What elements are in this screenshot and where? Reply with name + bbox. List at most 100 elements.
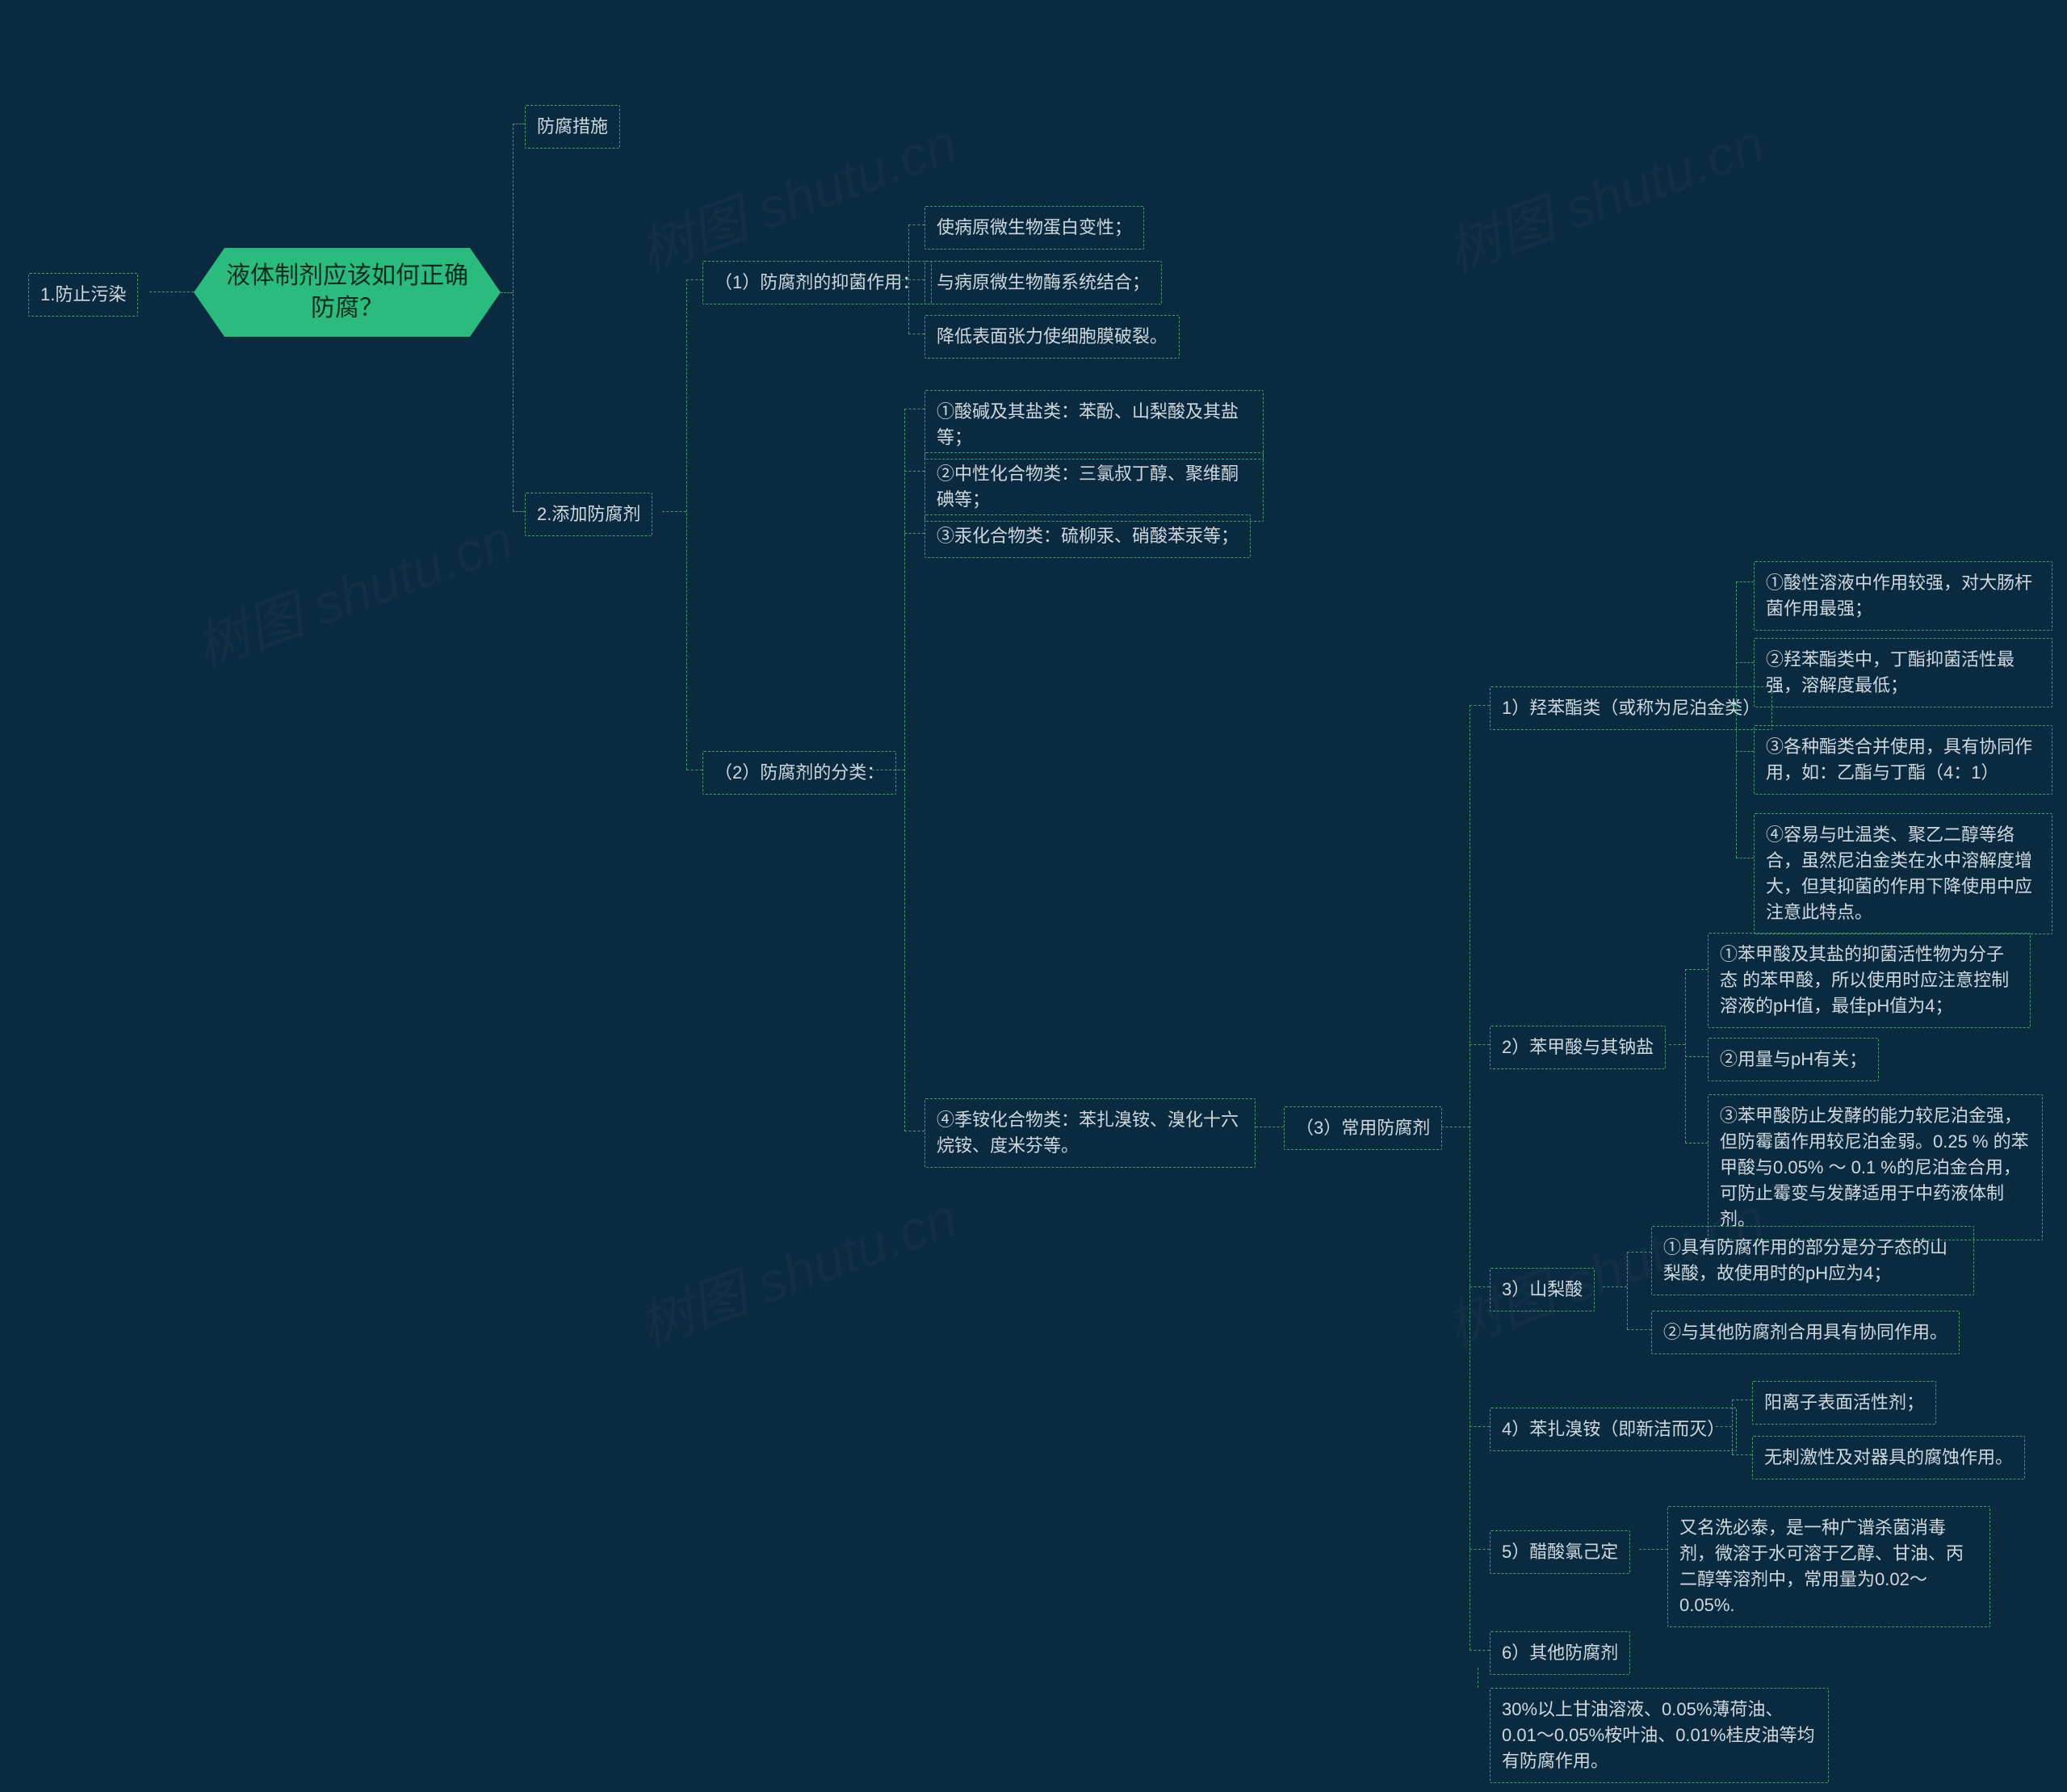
label: ①具有防腐作用的部分是分子态的山梨酸，故使用时的pH应为4； (1663, 1237, 1948, 1283)
connector (1470, 1426, 1490, 1427)
connector (686, 279, 702, 280)
label: ①苯甲酸及其盐的抑菌活性物为分子态 的苯甲酸，所以使用时应注意控制溶液的pH值，… (1720, 944, 2009, 1016)
connector (1716, 1426, 1732, 1427)
node-benzoic-a[interactable]: ①苯甲酸及其盐的抑菌活性物为分子态 的苯甲酸，所以使用时应注意控制溶液的pH值，… (1708, 933, 2031, 1028)
connector (1627, 1252, 1628, 1329)
label: 5）醋酸氯己定 (1502, 1542, 1618, 1562)
node-chlorhexidine[interactable]: 5）醋酸氯己定 (1490, 1530, 1630, 1574)
node-chlorhexidine-a[interactable]: 又名洗必泰，是一种广谱杀菌消毒剂，微溶于水可溶于乙醇、甘油、丙二醇等溶剂中，常用… (1667, 1506, 1990, 1627)
node-class-acidbase[interactable]: ①酸碱及其盐类：苯酚、山梨酸及其盐等； (924, 390, 1264, 460)
node-class-mercury[interactable]: ③汞化合物类：硫柳汞、硝酸苯汞等； (924, 514, 1251, 558)
label: ②羟苯酯类中，丁酯抑菌活性最强，溶解度最低； (1766, 649, 2015, 695)
connector (1736, 581, 1754, 582)
connector (686, 279, 687, 770)
label: （3）常用防腐剂 (1296, 1118, 1430, 1138)
label: （2）防腐剂的分类： (715, 762, 884, 783)
connector (1685, 1143, 1708, 1144)
node-paraben-a[interactable]: ①酸性溶液中作用较强，对大肠杆菌作用最强； (1754, 561, 2052, 631)
mindmap-canvas: 树图 shutu.cn 树图 shutu.cn 树图 shutu.cn 树图 s… (0, 0, 2067, 1792)
node-common-preservatives[interactable]: （3）常用防腐剂 (1284, 1106, 1442, 1150)
connector (908, 279, 924, 280)
node-action-membrane[interactable]: 降低表面张力使细胞膜破裂。 (924, 315, 1180, 359)
connector (904, 471, 924, 472)
node-paraben[interactable]: 1）羟苯酯类（或称为尼泊金类） (1490, 686, 1772, 730)
node-add-preservative[interactable]: 2.添加防腐剂 (525, 493, 652, 536)
connector (1470, 1286, 1490, 1287)
node-antiseptic-action[interactable]: （1）防腐剂的抑菌作用： (702, 261, 932, 304)
root-title: 液体制剂应该如何正确防腐？ (226, 260, 468, 325)
node-paraben-c[interactable]: ③各种酯类合并使用，具有协同作用，如：乙酯与丁酯（4：1） (1754, 725, 2052, 795)
connector (501, 292, 513, 293)
node-action-denature[interactable]: 使病原微生物蛋白变性； (924, 206, 1144, 250)
connector (1732, 1454, 1752, 1455)
node-paraben-d[interactable]: ④容易与吐温类、聚乙二醇等络合，虽然尼泊金类在水中溶解度增大，但其抑菌的作用下降… (1754, 813, 2052, 934)
connector (1627, 1329, 1651, 1330)
node-benzoic[interactable]: 2）苯甲酸与其钠盐 (1490, 1026, 1666, 1069)
connector (1470, 705, 1490, 706)
node-class-quaternary[interactable]: ④季铵化合物类：苯扎溴铵、溴化十六烷铵、度米芬等。 (924, 1098, 1256, 1168)
node-other[interactable]: 6）其他防腐剂 (1490, 1631, 1630, 1675)
connector (1669, 1044, 1685, 1045)
node-sorbic-a[interactable]: ①具有防腐作用的部分是分子态的山梨酸，故使用时的pH应为4； (1651, 1226, 1974, 1295)
root-node[interactable]: 液体制剂应该如何正确防腐？ (194, 248, 501, 337)
watermark: 树图 shutu.cn (1433, 99, 1773, 288)
connector (904, 533, 924, 534)
node-class-neutral[interactable]: ②中性化合物类：三氯叔丁醇、聚维酮碘等； (924, 452, 1264, 522)
label: 无刺激性及对器具的腐蚀作用。 (1764, 1447, 2013, 1467)
label: 阳离子表面活性剂； (1764, 1392, 1924, 1412)
node-benzalkonium[interactable]: 4）苯扎溴铵（即新洁而灭） (1490, 1408, 1737, 1451)
label: 2）苯甲酸与其钠盐 (1502, 1037, 1654, 1057)
node-other-a[interactable]: 30%以上甘油溶液、0.05%薄荷油、0.01～0.05%桉叶油、0.01%桂皮… (1490, 1688, 1829, 1783)
label: （1）防腐剂的抑菌作用： (715, 272, 920, 292)
connector (1724, 705, 1736, 706)
connector (1736, 581, 1737, 858)
node-sorbic-b[interactable]: ②与其他防腐剂合用具有协同作用。 (1651, 1311, 1960, 1354)
node-benzalkonium-b[interactable]: 无刺激性及对器具的腐蚀作用。 (1752, 1436, 2025, 1479)
connector (662, 511, 686, 512)
connector (513, 511, 525, 512)
label: 又名洗必泰，是一种广谱杀菌消毒剂，微溶于水可溶于乙醇、甘油、丙二醇等溶剂中，常用… (1679, 1517, 1964, 1615)
watermark: 树图 shutu.cn (626, 1173, 966, 1362)
connector (1627, 1252, 1651, 1253)
label: 2.添加防腐剂 (537, 504, 640, 524)
node-benzalkonium-a[interactable]: 阳离子表面活性剂； (1752, 1381, 1936, 1425)
connector (1732, 1400, 1733, 1454)
connector (1470, 1044, 1490, 1045)
node-benzoic-c[interactable]: ③苯甲酸防止发酵的能力较尼泊金强，但防霉菌作用较尼泊金弱。0.25 % 的苯甲酸… (1708, 1094, 2043, 1240)
label: 防腐措施 (537, 116, 608, 136)
node-prevent-contamination[interactable]: 1.防止污染 (28, 273, 138, 317)
node-benzoic-b[interactable]: ②用量与pH有关； (1708, 1038, 1879, 1081)
node-action-enzyme[interactable]: 与病原微生物酶系统结合； (924, 261, 1162, 304)
connector (1685, 969, 1708, 970)
label: ②与其他防腐剂合用具有协同作用。 (1663, 1322, 1948, 1342)
label: ③苯甲酸防止发酵的能力较尼泊金强，但防霉菌作用较尼泊金弱。0.25 % 的苯甲酸… (1720, 1106, 2029, 1229)
label: 1）羟苯酯类（或称为尼泊金类） (1502, 698, 1760, 718)
label: ③汞化合物类：硫柳汞、硝酸苯汞等； (937, 526, 1239, 546)
connector (1470, 1549, 1490, 1550)
label: ③各种酯类合并使用，具有协同作用，如：乙酯与丁酯（4：1） (1766, 737, 2032, 783)
label: 与病原微生物酶系统结合； (937, 272, 1150, 292)
label: 3）山梨酸 (1502, 1279, 1583, 1299)
label: ②用量与pH有关； (1720, 1049, 1867, 1069)
connector (1639, 1549, 1667, 1550)
label: 使病原微生物蛋白变性； (937, 217, 1132, 237)
node-classification[interactable]: （2）防腐剂的分类： (702, 751, 896, 795)
node-sorbic[interactable]: 3）山梨酸 (1490, 1268, 1595, 1311)
label: 降低表面张力使细胞膜破裂。 (937, 326, 1168, 346)
connector (892, 279, 908, 280)
node-antiseptic-measures[interactable]: 防腐措施 (525, 105, 620, 149)
connector (1685, 1056, 1708, 1057)
connector (513, 124, 514, 511)
label: ④容易与吐温类、聚乙二醇等络合，虽然尼泊金类在水中溶解度增大，但其抑菌的作用下降… (1766, 825, 2032, 922)
node-paraben-b[interactable]: ②羟苯酯类中，丁酯抑菌活性最强，溶解度最低； (1754, 638, 2052, 707)
label: 6）其他防腐剂 (1502, 1643, 1618, 1663)
connector (1736, 751, 1754, 752)
watermark: 树图 shutu.cn (182, 495, 522, 684)
connector (1736, 662, 1754, 663)
label: ①酸性溶液中作用较强，对大肠杆菌作用最强； (1766, 573, 2032, 619)
label: 4）苯扎溴铵（即新洁而灭） (1502, 1419, 1725, 1439)
label: 30%以上甘油溶液、0.05%薄荷油、0.01～0.05%桉叶油、0.01%桂皮… (1502, 1699, 1815, 1771)
watermark: 树图 shutu.cn (626, 99, 966, 288)
label: ④季铵化合物类：苯扎溴铵、溴化十六烷铵、度米芬等。 (937, 1110, 1239, 1156)
connector (1470, 1650, 1490, 1651)
